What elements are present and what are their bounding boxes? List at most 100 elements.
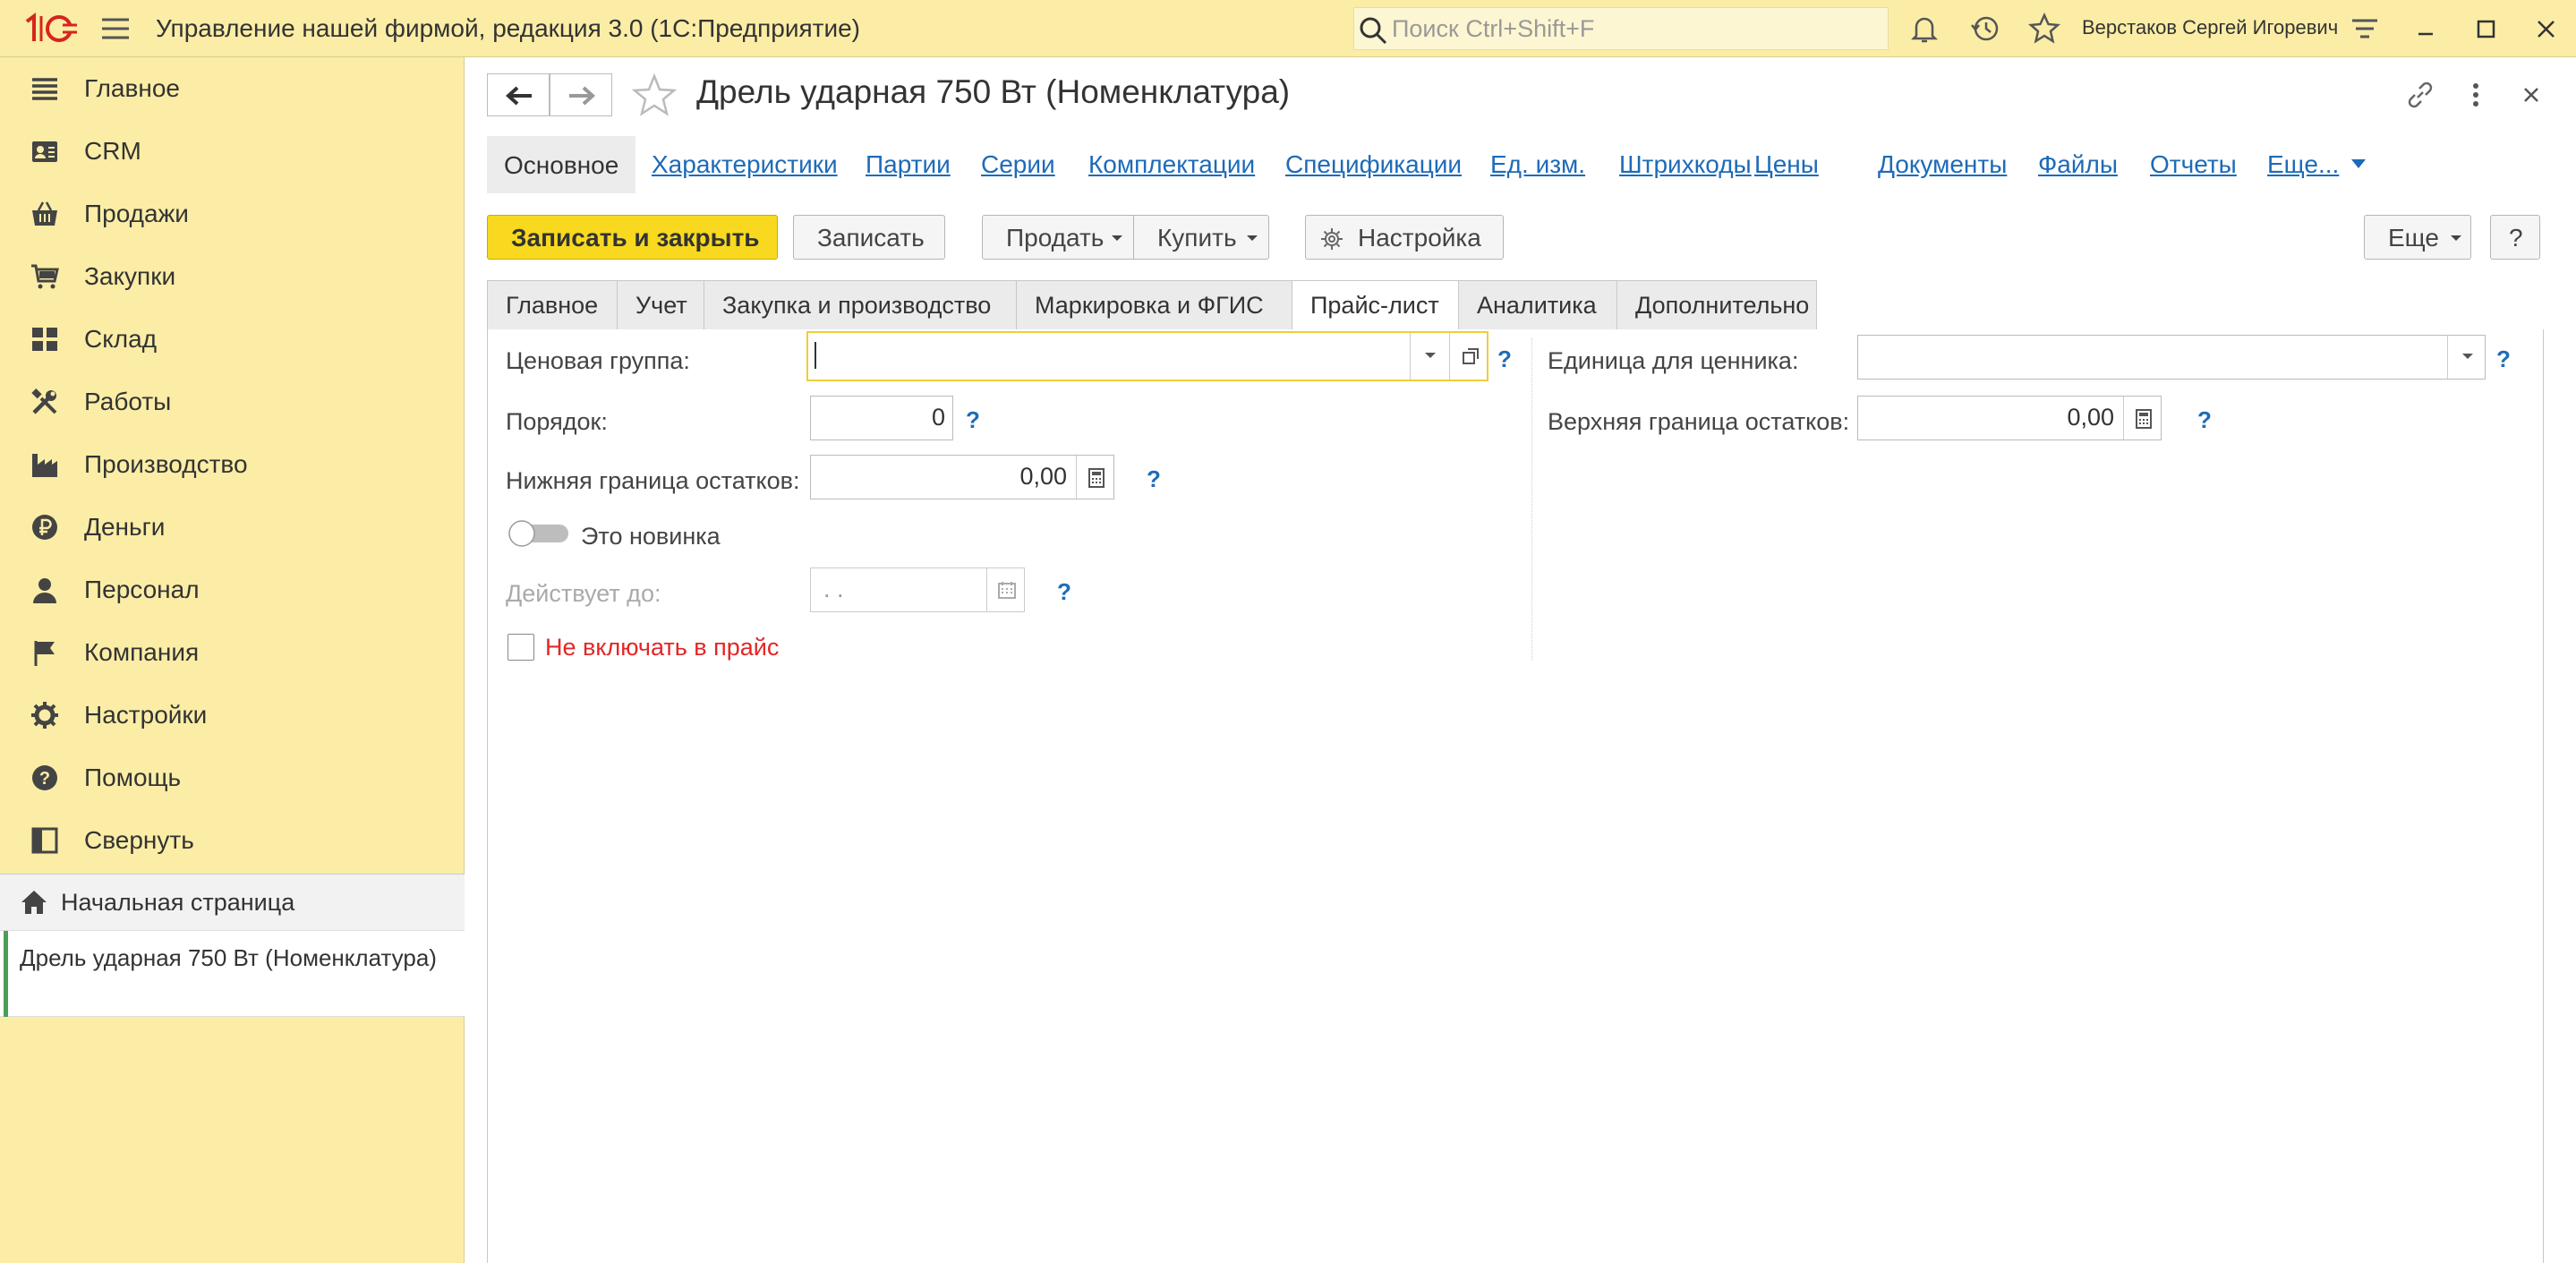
price-group-field[interactable] <box>806 331 1488 381</box>
favorite-star-icon[interactable] <box>632 73 677 116</box>
arrow-left-icon <box>506 86 532 106</box>
search-box[interactable] <box>1353 7 1889 50</box>
upper-bound-help[interactable]: ? <box>2197 406 2212 434</box>
sidebar-item-sales[interactable]: Продажи <box>0 183 465 245</box>
nav-tab-more[interactable]: Еще... <box>2267 150 2339 179</box>
basket-icon <box>32 201 57 226</box>
more-vertical-icon[interactable] <box>2458 77 2494 113</box>
user-name[interactable]: Верстаков Сергей Игоревич <box>2082 16 2338 39</box>
sidebar-item-crm[interactable]: CRM <box>0 120 465 183</box>
lower-bound-label: Нижняя граница остатков: <box>506 467 800 494</box>
open-document-tab[interactable]: Дрель ударная 750 Вт (Номенклатура) <box>0 931 465 1017</box>
calculator-icon <box>2136 409 2152 429</box>
upper-bound-label: Верхняя граница остатков: <box>1548 408 1850 435</box>
save-and-close-button[interactable]: Записать и закрыть <box>487 215 778 260</box>
tab-additional[interactable]: Дополнительно <box>1616 280 1817 330</box>
flag-icon <box>34 641 55 666</box>
date-picker-button[interactable] <box>986 568 1026 611</box>
back-button[interactable] <box>487 73 550 116</box>
tab-main[interactable]: Главное <box>487 280 618 330</box>
sidebar-item-purchases[interactable]: Закупки <box>0 245 465 308</box>
valid-until-field[interactable]: . . <box>810 567 1025 612</box>
nav-tab-prices[interactable]: Цены <box>1754 150 1819 179</box>
sidebar-item-staff[interactable]: Персонал <box>0 559 465 621</box>
nav-tab-batches[interactable]: Партии <box>866 150 951 179</box>
nav-tab-specifications[interactable]: Спецификации <box>1285 150 1462 179</box>
sidebar-item-money[interactable]: Деньги <box>0 496 465 559</box>
tab-purchasing-production[interactable]: Закупка и производство <box>704 280 1017 330</box>
exclude-from-price-checkbox[interactable] <box>508 634 534 661</box>
unit-field[interactable] <box>1857 335 2486 380</box>
order-label: Порядок: <box>506 408 608 435</box>
lower-bound-field[interactable]: 0,00 <box>810 455 1114 499</box>
save-button[interactable]: Записать <box>793 215 945 260</box>
tab-accounting[interactable]: Учет <box>617 280 704 330</box>
close-icon[interactable] <box>2529 13 2562 45</box>
cart-icon <box>31 264 59 289</box>
lower-bound-help[interactable]: ? <box>1147 465 1161 493</box>
price-group-label: Ценовая группа: <box>506 347 690 374</box>
tab-marking-fgis[interactable]: Маркировка и ФГИС <box>1016 280 1292 330</box>
nav-tab-kits[interactable]: Комплектации <box>1088 150 1255 179</box>
unit-help[interactable]: ? <box>2496 346 2511 373</box>
maximize-icon[interactable] <box>2469 13 2502 45</box>
nav-tab-reports[interactable]: Отчеты <box>2150 150 2237 179</box>
sidebar-item-settings[interactable]: Настройки <box>0 684 465 747</box>
new-item-toggle[interactable] <box>508 519 572 548</box>
gear-icon <box>1321 228 1343 250</box>
chevron-down-icon[interactable] <box>2350 158 2367 169</box>
menu-icon[interactable] <box>100 16 131 41</box>
calculator-button[interactable] <box>1076 456 1115 499</box>
star-icon[interactable] <box>2028 13 2060 45</box>
history-icon[interactable] <box>1969 13 2001 45</box>
tab-analytics[interactable]: Аналитика <box>1458 280 1617 330</box>
sidebar-item-production[interactable]: Производство <box>0 433 465 496</box>
tab-price-list[interactable]: Прайс-лист <box>1292 280 1459 330</box>
sidebar-item-collapse[interactable]: Свернуть <box>0 809 465 872</box>
sidebar-item-works[interactable]: Работы <box>0 371 465 433</box>
unit-dropdown-button[interactable] <box>2447 336 2486 379</box>
home-page-link[interactable]: Начальная страница <box>0 874 465 931</box>
tools-icon <box>31 388 57 414</box>
text-cursor <box>815 342 816 369</box>
upper-bound-field[interactable]: 0,00 <box>1857 396 2162 440</box>
nav-tab-barcodes[interactable]: Штрихкоды <box>1619 150 1752 179</box>
bell-icon[interactable] <box>1908 13 1941 45</box>
nav-tab-documents[interactable]: Документы <box>1878 150 2007 179</box>
search-input[interactable] <box>1392 13 1875 44</box>
price-group-open-button[interactable] <box>1449 333 1488 380</box>
collapse-icon <box>31 827 58 854</box>
minimize-icon[interactable] <box>2410 13 2442 45</box>
nav-tab-files[interactable]: Файлы <box>2038 150 2118 179</box>
link-icon[interactable] <box>2402 77 2438 113</box>
new-item-label: Это новинка <box>581 523 721 550</box>
nav-tab-characteristics[interactable]: Характеристики <box>652 150 838 179</box>
help-button[interactable]: ? <box>2490 215 2540 260</box>
1c-logo-icon[interactable] <box>23 13 79 45</box>
forward-button[interactable] <box>550 73 612 116</box>
settings-icon[interactable] <box>2349 13 2381 45</box>
ruble-coin-icon <box>32 515 57 540</box>
sell-button[interactable]: Продать <box>982 215 1134 260</box>
order-field[interactable]: 0 <box>810 396 953 440</box>
sidebar-item-help[interactable]: ? Помощь <box>0 747 465 809</box>
nav-tab-main[interactable]: Основное <box>487 136 636 193</box>
sidebar-item-company[interactable]: Компания <box>0 621 465 684</box>
valid-until-help[interactable]: ? <box>1057 578 1071 606</box>
close-form-icon[interactable] <box>2513 77 2549 113</box>
calculator-button[interactable] <box>2123 397 2162 439</box>
sidebar-item-warehouse[interactable]: Склад <box>0 308 465 371</box>
settings-button[interactable]: Настройка <box>1305 215 1504 260</box>
more-actions-button[interactable]: Еще <box>2364 215 2471 260</box>
price-group-dropdown-button[interactable] <box>1410 333 1449 380</box>
buy-button[interactable]: Купить <box>1133 215 1269 260</box>
exclude-from-price-label: Не включать в прайс <box>545 634 780 661</box>
sidebar-item-main[interactable]: Главное <box>0 57 465 120</box>
nav-tab-units[interactable]: Ед. изм. <box>1490 150 1585 179</box>
price-group-help[interactable]: ? <box>1497 346 1512 373</box>
person-icon <box>33 578 56 603</box>
nav-tab-series[interactable]: Серии <box>981 150 1055 179</box>
app-title: Управление нашей фирмой, редакция 3.0 (1… <box>156 14 860 42</box>
order-help[interactable]: ? <box>966 406 980 434</box>
arrow-right-icon <box>569 86 595 106</box>
